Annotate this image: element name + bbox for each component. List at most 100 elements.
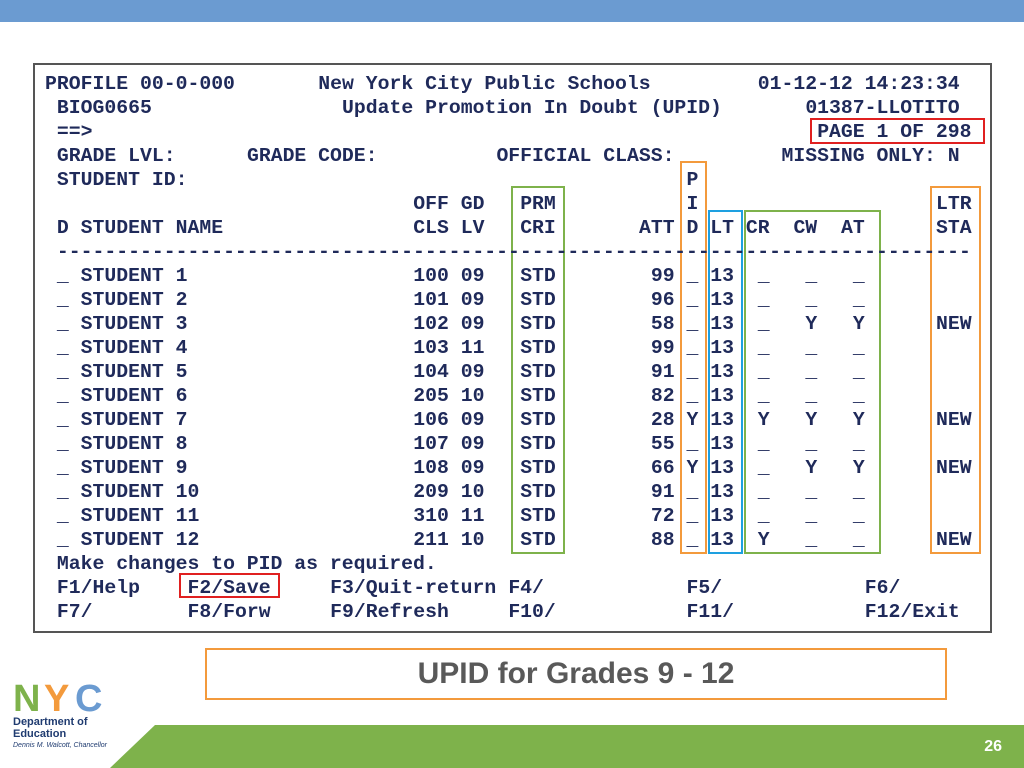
pid-field[interactable]: _ [687,336,699,360]
svg-text:N: N [13,683,40,713]
d-field[interactable]: _ [57,384,69,408]
d-field[interactable]: _ [57,432,69,456]
fkey-f7[interactable]: F7/ [57,600,93,624]
col-header: CW [793,217,818,239]
d-field[interactable]: _ [57,360,69,384]
nyc-logo: N Y C [13,678,109,720]
col-header: I [686,193,699,215]
pid-field[interactable]: _ [687,288,699,312]
pid-field[interactable]: _ [687,384,699,408]
fkey-f12[interactable]: F12/Exit [865,600,960,624]
student-name: STUDENT 4 [80,337,188,359]
lt-value: 13 [710,313,735,335]
prm-cri: STD [520,505,556,527]
cr-field: _ [757,337,770,359]
attendance: 55 [650,433,675,455]
prm-cri: STD [520,265,556,287]
d-field[interactable]: _ [57,504,69,528]
fkey-f5[interactable]: F5/ [687,576,723,600]
lt-value: 13 [710,505,735,527]
d-field[interactable]: _ [57,312,69,336]
d-field[interactable]: _ [57,264,69,288]
fkey-f1[interactable]: F1/Help [57,576,140,600]
pid-field[interactable]: _ [687,480,699,504]
at-field: Y [852,409,865,431]
fkey-f10[interactable]: F10/ [508,600,555,624]
pid-field[interactable]: Y [687,408,699,432]
cr-field: _ [757,361,770,383]
at-field: Y [852,457,865,479]
grade-level: 09 [460,457,485,479]
student-name: STUDENT 12 [80,529,200,551]
page-indicator: PAGE 1 OF 298 [817,121,972,143]
cw-field: _ [805,337,818,359]
grade-level: 09 [460,289,485,311]
attendance: 96 [650,289,675,311]
svg-text:C: C [75,683,102,713]
attendance: 82 [650,385,675,407]
col-header: OFF GD [413,193,485,215]
page-number: 26 [984,738,1002,755]
cw-field: Y [805,409,818,431]
cr-field: _ [757,505,770,527]
prm-cri: STD [520,433,556,455]
fkey-f3[interactable]: F3/Quit-return [330,576,496,600]
student-name: STUDENT 5 [80,361,188,383]
footer-bar [110,725,1024,768]
d-field[interactable]: _ [57,480,69,504]
attendance: 66 [650,457,675,479]
pid-field[interactable]: _ [687,312,699,336]
pid-field[interactable]: _ [687,432,699,456]
attendance: 91 [650,481,675,503]
grade-level: 10 [460,481,485,503]
pid-field[interactable]: _ [687,528,699,552]
fkey-f9[interactable]: F9/Refresh [330,600,449,624]
fkey-f4[interactable]: F4/ [508,576,544,600]
timestamp: 01-12-12 14:23:34 [757,73,960,95]
off-cls: 103 [413,337,449,359]
d-field[interactable]: _ [57,408,69,432]
cr-field: _ [757,481,770,503]
pid-field[interactable]: _ [687,360,699,384]
student-name: STUDENT 8 [80,433,188,455]
pid-field[interactable]: _ [687,264,699,288]
attendance: 58 [650,313,675,335]
cr-field: Y [757,409,770,431]
off-cls: 107 [413,433,449,455]
at-field: _ [852,265,865,287]
d-field[interactable]: _ [57,288,69,312]
d-field[interactable]: _ [57,336,69,360]
pid-field[interactable]: Y [687,456,699,480]
fkey-f8[interactable]: F8/Forw [188,600,271,624]
d-field[interactable]: _ [57,456,69,480]
d-field[interactable]: _ [57,528,69,552]
lt-value: 13 [710,289,735,311]
pid-field[interactable]: _ [687,504,699,528]
lt-value: 13 [710,409,735,431]
off-cls: 102 [413,313,449,335]
at-field: _ [852,385,865,407]
prm-cri: STD [520,289,556,311]
col-header: D STUDENT NAME [56,217,224,239]
prm-cri: STD [520,409,556,431]
at-field: Y [852,313,865,335]
fkey-f2[interactable]: F2/Save [188,576,271,600]
attendance: 88 [650,529,675,551]
grade-level: 09 [460,409,485,431]
off-cls: 211 [413,529,449,551]
at-field: _ [852,481,865,503]
cw-field: _ [805,529,818,551]
missing-only-field[interactable]: MISSING ONLY: N [782,144,960,168]
prm-cri: STD [520,337,556,359]
col-header: LTR [936,193,972,215]
profile-id: PROFILE 00-0-000 [45,73,235,95]
command-prompt[interactable]: ==> [57,120,93,144]
chancellor-name: Dennis M. Walcott, Chancellor [13,742,108,749]
student-name: STUDENT 9 [80,457,188,479]
at-field: _ [852,505,865,527]
fkey-f11[interactable]: F11/ [687,600,734,624]
lt-value: 13 [710,433,735,455]
cr-field: _ [757,457,770,479]
cr-field: _ [757,313,770,335]
fkey-f6[interactable]: F6/ [865,576,901,600]
